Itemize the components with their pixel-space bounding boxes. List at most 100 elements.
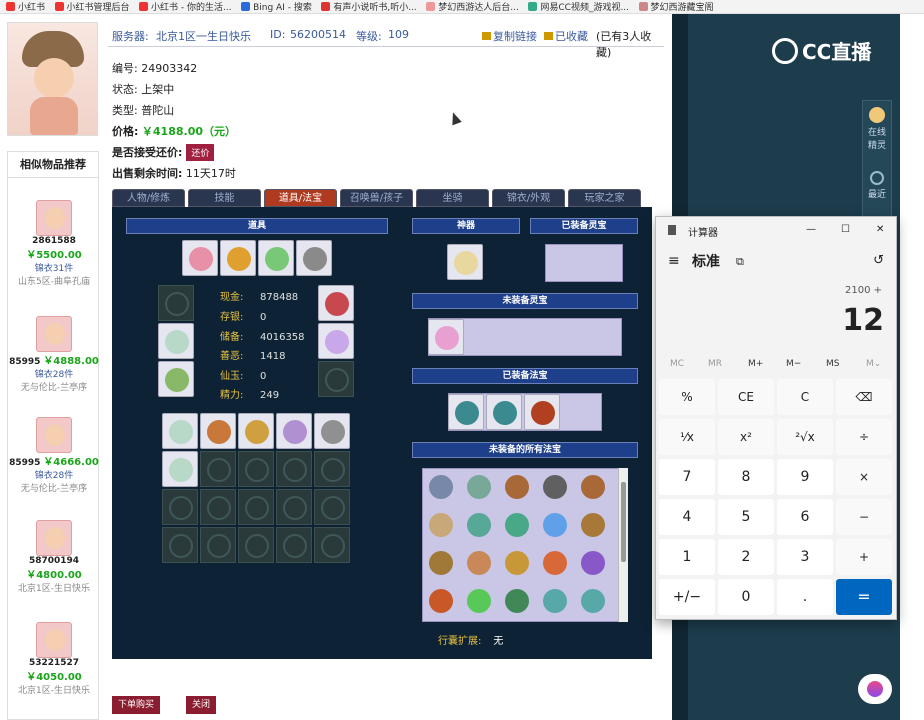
- inventory-item[interactable]: [220, 240, 256, 276]
- bookmark[interactable]: 小红书管理后台: [54, 2, 130, 13]
- artifact-item[interactable]: [447, 244, 483, 280]
- fabao-item[interactable]: [423, 583, 459, 619]
- bargain-button[interactable]: 还价: [186, 144, 215, 161]
- key-percent-button[interactable]: %: [659, 379, 715, 415]
- key-decimal-button[interactable]: .: [777, 579, 833, 615]
- fabao-item[interactable]: [423, 507, 459, 543]
- key-three-button[interactable]: 3: [777, 539, 833, 575]
- inventory-item[interactable]: [258, 240, 294, 276]
- fabao-item[interactable]: [537, 469, 573, 505]
- key-square-button[interactable]: x²: [718, 419, 774, 455]
- fabao-item[interactable]: [461, 545, 497, 581]
- bookmark[interactable]: Bing AI - 搜索: [241, 2, 312, 13]
- fabao-item[interactable]: [448, 394, 484, 430]
- key-negate-button[interactable]: +/−: [659, 579, 715, 615]
- key-multiply-button[interactable]: ×: [836, 459, 892, 495]
- key-five-button[interactable]: 5: [718, 499, 774, 535]
- bookmark[interactable]: 小红书: [6, 2, 45, 13]
- inventory-item[interactable]: [162, 413, 198, 449]
- spirit-icon[interactable]: [869, 107, 885, 123]
- menu-icon[interactable]: ≡: [668, 253, 680, 269]
- inventory-item[interactable]: [318, 285, 354, 321]
- fabao-item[interactable]: [423, 469, 459, 505]
- key-backspace-button[interactable]: ⌫: [836, 379, 892, 415]
- key-eight-button[interactable]: 8: [718, 459, 774, 495]
- tab-home[interactable]: 玩家之家: [568, 189, 641, 207]
- key-seven-button[interactable]: 7: [659, 459, 715, 495]
- inventory-item[interactable]: [314, 413, 350, 449]
- tab-mounts[interactable]: 坐骑: [416, 189, 489, 207]
- fabao-item[interactable]: [537, 507, 573, 543]
- key-one-button[interactable]: 1: [659, 539, 715, 575]
- key-clear-entry-button[interactable]: CE: [718, 379, 774, 415]
- close-button[interactable]: 关闭: [186, 696, 217, 714]
- bookmark[interactable]: 网易CC视频_游戏视...: [528, 2, 629, 13]
- mem-list[interactable]: M⌄: [866, 359, 881, 369]
- inventory-item[interactable]: [162, 451, 198, 487]
- close-icon[interactable]: ✕: [876, 224, 884, 235]
- mem-store[interactable]: MS: [826, 359, 839, 369]
- fabao-item[interactable]: [575, 545, 611, 581]
- bookmark[interactable]: 小红书 - 你的生活...: [139, 2, 232, 13]
- inventory-item[interactable]: [200, 413, 236, 449]
- key-plus-button[interactable]: +: [836, 539, 892, 575]
- fabao-item[interactable]: [423, 545, 459, 581]
- inventory-item[interactable]: [158, 361, 194, 397]
- fabao-item[interactable]: [461, 507, 497, 543]
- recommend-item[interactable]: 85995 ￥4888.00 锦衣28件 无与伦比-兰亭序: [8, 316, 100, 393]
- fabao-item[interactable]: [486, 394, 522, 430]
- copy-link-button[interactable]: 复制链接: [482, 28, 537, 44]
- fabao-item[interactable]: [575, 507, 611, 543]
- bookmark[interactable]: 梦幻西游达人后台...: [426, 2, 519, 13]
- key-divide-button[interactable]: ÷: [836, 419, 892, 455]
- inventory-item[interactable]: [158, 323, 194, 359]
- buy-button[interactable]: 下单购买: [112, 696, 161, 714]
- recommend-item[interactable]: 2861588 ￥5500.00 锦衣31件 山东5区-曲阜孔庙: [8, 200, 100, 287]
- brain-button[interactable]: [858, 674, 892, 704]
- fabao-item[interactable]: [537, 583, 573, 619]
- fabao-item[interactable]: [499, 469, 535, 505]
- favorite-button[interactable]: 已收藏: [544, 28, 588, 44]
- history-icon[interactable]: ↺: [873, 253, 884, 268]
- fabao-item[interactable]: [499, 545, 535, 581]
- fabao-item[interactable]: [524, 394, 560, 430]
- key-zero-button[interactable]: 0: [718, 579, 774, 615]
- fabao-item[interactable]: [575, 583, 611, 619]
- fabao-scrollbar[interactable]: [618, 468, 628, 622]
- key-four-button[interactable]: 4: [659, 499, 715, 535]
- inventory-item[interactable]: [238, 413, 274, 449]
- tab-character[interactable]: 人物/修炼: [112, 189, 185, 207]
- key-equals-button[interactable]: =: [836, 579, 892, 615]
- key-two-button[interactable]: 2: [718, 539, 774, 575]
- key-minus-button[interactable]: −: [836, 499, 892, 535]
- mem-clear[interactable]: MC: [670, 359, 684, 369]
- fabao-item[interactable]: [499, 507, 535, 543]
- key-square-root-button[interactable]: ²√x: [777, 419, 833, 455]
- tab-items[interactable]: 道具/法宝: [264, 189, 337, 207]
- inventory-item[interactable]: [182, 240, 218, 276]
- key-reciprocal-button[interactable]: ¹⁄x: [659, 419, 715, 455]
- spirit-item[interactable]: [428, 319, 464, 355]
- keep-on-top-icon[interactable]: ⧉: [736, 255, 744, 269]
- fabao-item[interactable]: [461, 469, 497, 505]
- key-six-button[interactable]: 6: [777, 499, 833, 535]
- maximize-icon[interactable]: ☐: [841, 224, 850, 235]
- tab-outfits[interactable]: 锦衣/外观: [492, 189, 565, 207]
- mem-add[interactable]: M+: [748, 359, 763, 369]
- bookmark[interactable]: 有声小说听书,听小...: [321, 2, 417, 13]
- mem-subtract[interactable]: M−: [786, 359, 801, 369]
- fabao-item[interactable]: [575, 469, 611, 505]
- clock-icon[interactable]: [870, 171, 884, 185]
- fabao-item[interactable]: [461, 583, 497, 619]
- minimize-icon[interactable]: —: [806, 224, 816, 235]
- recommend-item[interactable]: 85995 ￥4666.00 锦衣28件 无与伦比-兰亭序: [8, 417, 100, 494]
- mem-recall[interactable]: MR: [708, 359, 722, 369]
- fabao-item[interactable]: [499, 583, 535, 619]
- tab-summons[interactable]: 召唤兽/孩子: [340, 189, 413, 207]
- bookmark[interactable]: 梦幻西游藏宝阁: [638, 2, 714, 13]
- key-clear-button[interactable]: C: [777, 379, 833, 415]
- inventory-item[interactable]: [296, 240, 332, 276]
- tab-skills[interactable]: 技能: [188, 189, 261, 207]
- inventory-item[interactable]: [318, 323, 354, 359]
- inventory-item[interactable]: [276, 413, 312, 449]
